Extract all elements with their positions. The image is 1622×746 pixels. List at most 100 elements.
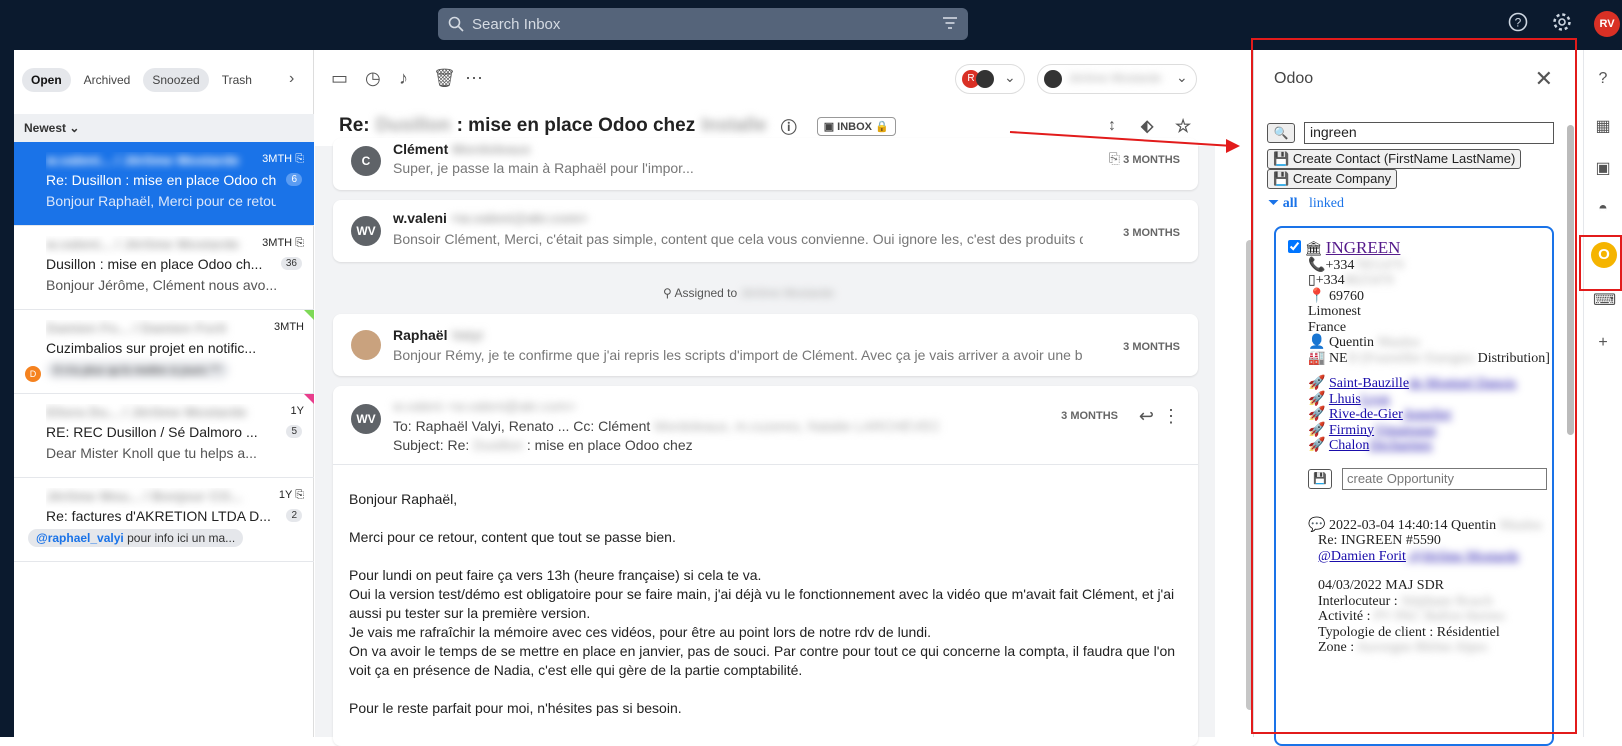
message-from: Clément Mordoleaux [393,141,531,157]
search-bar[interactable]: Search Inbox [438,8,968,40]
mail-preview: Dear Mister Knoll que tu helps a... [46,445,257,461]
mail-from: Eliora Du... / Jérôme Mostarde [46,404,247,420]
participants-selector[interactable]: R ⌄ [955,64,1025,94]
search-input[interactable]: Search Inbox [472,16,560,33]
message-time: 3 MONTHS [1123,227,1180,239]
avatar [976,70,994,88]
message-to: To: Raphaël Valyi, Renato ... Cc: Clémen… [393,418,941,434]
mail-preview: Bonjour Jérôme, Clément nous avo... [46,277,276,293]
search-icon [448,16,464,32]
attachment-icon: ⎘ [295,237,304,249]
user-avatar[interactable]: RV [1594,11,1620,37]
mail-chip: @raphael_valyi pour info ici un ma... [28,529,244,547]
help-icon[interactable]: ? [1506,12,1530,36]
mail-subject: RE: REC Dusillon / Sé Dalmoro ... [46,424,258,440]
snooze-clock-icon[interactable]: ◷ [365,68,381,89]
calendar-icon[interactable]: ▦ [1593,116,1613,136]
message-snippet: Bonjour Rémy, je te confirme que j'ai re… [393,347,1083,363]
more-vertical-icon[interactable]: ⋮ [1162,406,1180,427]
keyboard-icon[interactable]: ⌨ [1593,290,1616,310]
tab-snoozed[interactable]: Snoozed [143,68,209,92]
mail-item[interactable]: Jérôme Mou... / Bonjour CO... 1Y ⎘ Re: f… [14,478,314,562]
message-body: Bonjour Raphaël, Merci pour ce retour, c… [349,491,1176,716]
bell-icon[interactable]: ♪ [399,68,408,89]
mail-subject: Re: factures d'AKRETION LTDA D... [46,508,271,524]
assign-icon: ⚲ [663,286,672,300]
message-snippet: Super, je passe la main à Raphaël pour l… [393,160,694,176]
info-icon[interactable]: ⓘ [781,114,797,138]
message-card[interactable]: Raphaël Valyi Bonjour Rémy, je te confir… [333,314,1198,376]
assigned-note: ⚲ Assigned to Jérôme Mostarde [663,286,834,300]
mail-item[interactable]: w.valeni... / Jérôme Mostarde 3MTH ⎘ Dus… [14,226,314,310]
folder-tabs: Open Archived Snoozed Trash [22,68,261,92]
mail-time: 3MTH [274,321,304,333]
mail-time: 3MTH ⎘ [262,153,304,165]
thread-count: 2 [286,509,302,522]
mail-item[interactable]: w.valeni... / Jérôme Mostarde 3MTH ⎘ Re:… [14,142,314,226]
mail-list-panel: Open Archived Snoozed Trash › Newest ⌄ w… [14,50,314,737]
message-from: w.valeni <w.valeni@akr.com> [393,398,577,414]
annotation-box-odoo [1251,38,1577,734]
filter-icon[interactable] [942,16,958,30]
sort-label: Newest [24,121,67,135]
tab-open[interactable]: Open [22,68,71,92]
add-icon[interactable]: + [1593,334,1613,354]
attachment-icon: ⎘ [295,153,304,165]
thread-count: 36 [280,257,302,270]
avatar [351,330,381,360]
mail-preview: Bonjour Raphaël, Merci pour ce retour... [46,193,276,209]
chevron-down-icon: ⌄ [1004,69,1016,85]
thread-count: 6 [286,173,302,186]
chevron-down-icon: ⌄ [69,121,80,135]
avatar: C [351,146,381,176]
settings-gear-icon[interactable] [1550,12,1574,36]
avatar: WV [351,216,381,246]
svg-text:?: ? [1515,16,1522,30]
mail-subject: Dusillon : mise en place Odoo ch... [46,256,263,272]
mail-from: Jérôme Mou... / Bonjour CO... [46,488,243,504]
annotation-box-odoo-icon [1579,235,1622,291]
attachment-icon: ⎘ [295,489,304,501]
message-time: 3 MONTHS [1061,410,1118,422]
mail-chip: Il n'a plus qu'à mettre à jours ^^ [46,361,230,379]
mail-time: 1Y [290,405,304,417]
message-card[interactable]: WV w.valeni <w.valeni@akr.com> Bonsoir C… [333,200,1198,262]
message-time: 3 MONTHS [1123,341,1180,353]
help-icon[interactable]: ? [1593,70,1613,90]
tab-trash[interactable]: Trash [213,68,261,92]
avatar: D [25,366,41,382]
mail-time: 1Y ⎘ [278,489,304,501]
assignee-name: Jérôme Mostarde [1068,71,1162,85]
avatar: WV [351,404,381,434]
message-from: Raphaël Valyi [393,327,484,343]
message-snippet: Bonsoir Clément, Merci, c'était pas simp… [393,231,1083,247]
thread-toolbar: ▭ ◷ ♪ 🗑 ⋯ R ⌄ Jérôme Mostarde ⌄ [315,50,1215,106]
tab-archived[interactable]: Archived [75,68,140,92]
archive-icon[interactable]: ▭ [331,68,348,89]
message-from: w.valeni <w.valeni@akr.com> [393,210,588,226]
mail-time: 3MTH ⎘ [262,237,304,249]
mail-item[interactable]: Damien Fo... / Damien Forit 3MTH Cuzimba… [14,310,314,394]
mail-item[interactable]: Eliora Du... / Jérôme Mostarde 1Y RE: RE… [14,394,314,478]
message-subject: Subject: Re: Dusillon : mise en place Od… [393,437,693,453]
reply-all-icon[interactable]: ↩ [1139,406,1154,427]
chevron-down-icon: ⌄ [1176,69,1188,85]
assignee-selector[interactable]: Jérôme Mostarde ⌄ [1037,64,1197,94]
annotation-arrow [1009,131,1240,153]
mail-subject: Cuzimbalios sur projet en notific... [46,340,257,356]
notes-icon[interactable]: ◓ [1593,200,1613,220]
thread-count: 5 [286,425,302,438]
mail-subject: Re: Dusillon : mise en place Odoo chez [46,172,276,188]
more-icon[interactable]: ⋯ [465,68,483,89]
right-rail: ? ▦ ▣ ◓ O ⌨ + [1583,50,1622,737]
contacts-icon[interactable]: ▣ [1593,158,1613,178]
sort-selector[interactable]: Newest ⌄ [14,114,314,142]
chevron-right-icon[interactable]: › [289,70,294,88]
tag-corner [304,310,314,320]
mail-from: Damien Fo... / Damien Forit [46,320,227,336]
tag-corner [304,394,314,404]
left-strip [0,50,14,737]
avatar [1044,70,1062,88]
inbox-badge: ▣ INBOX 🔒 [816,116,896,136]
trash-icon[interactable]: 🗑 [433,68,456,89]
